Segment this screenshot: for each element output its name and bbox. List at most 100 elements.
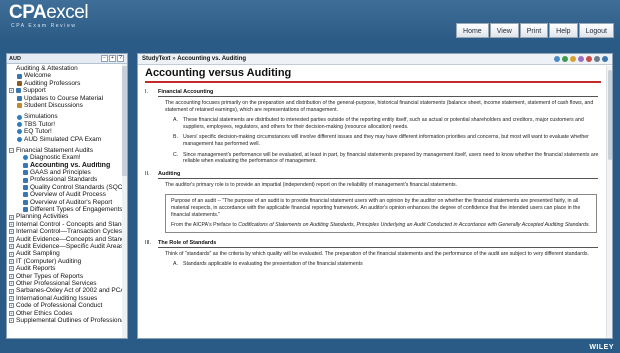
collapse-icon[interactable]: − xyxy=(9,148,14,154)
back-icon[interactable] xyxy=(554,56,560,62)
expand-icon[interactable]: + xyxy=(9,295,14,301)
sidebar-item-label: Supplemental Outlines of Professional St… xyxy=(16,316,125,324)
expand-icon[interactable]: + xyxy=(9,281,14,287)
sidebar-item[interactable]: + Other Professional Services xyxy=(9,280,125,287)
expand-icon[interactable]: + xyxy=(9,251,14,257)
highlight-icon[interactable] xyxy=(586,56,592,62)
content-panel: StudyText » Accounting vs. Auditing Acco… xyxy=(137,53,613,339)
sidebar-item[interactable]: + Audit Sampling xyxy=(9,250,125,257)
sidebar-item-label: Other Types of Reports xyxy=(16,272,84,280)
sidebar-item[interactable]: Quality Control Standards (SQCS) xyxy=(9,184,125,191)
sidebar-item-label: Simulations xyxy=(24,113,58,121)
sidebar-item[interactable]: Diagnostic Exam! xyxy=(9,154,125,161)
chat-icon xyxy=(17,103,22,109)
sidebar-item[interactable]: + Other Ethics Codes xyxy=(9,310,125,317)
nav-home-button[interactable]: Home xyxy=(456,23,489,38)
sidebar-header: AUD − + ? xyxy=(7,54,127,64)
expand-icon[interactable]: + xyxy=(9,303,14,309)
sidebar-item[interactable]: + Support xyxy=(9,87,125,94)
sidebar-item[interactable]: EQ Tutor! xyxy=(9,128,125,135)
expand-icon[interactable]: + xyxy=(9,229,14,235)
nav-view-button[interactable]: View xyxy=(489,23,519,38)
sidebar-item[interactable]: + Planning Activities xyxy=(9,213,125,220)
notes-icon[interactable] xyxy=(578,56,584,62)
expand-icon[interactable]: + xyxy=(9,310,14,316)
sidebar-help-button[interactable]: ? xyxy=(117,55,124,62)
sidebar-item[interactable]: + Other Types of Reports xyxy=(9,273,125,280)
list-item: B. Users' specific decision-making circum… xyxy=(173,134,589,147)
sidebar-item[interactable]: + International Auditing Issues xyxy=(9,295,125,302)
sidebar-item[interactable]: Updates to Course Material xyxy=(9,95,125,102)
sidebar-item[interactable]: + Audit Evidence—Specific Audit Areas xyxy=(9,243,125,250)
sidebar-item[interactable]: +Internal Control - Concepts and Standar… xyxy=(9,221,125,228)
expand-icon[interactable]: + xyxy=(9,266,14,272)
sidebar-item-label: IT (Computer) Auditing xyxy=(16,257,82,265)
content-scrollbar[interactable] xyxy=(606,66,612,338)
spacer-icon xyxy=(9,66,14,71)
sidebar-item[interactable]: Different Types of Engagements xyxy=(9,206,125,213)
sidebar-item-label: Internal Control—Transaction Cycles xyxy=(16,228,122,236)
print-icon[interactable] xyxy=(594,56,600,62)
doc-icon xyxy=(23,199,28,205)
sidebar-item-label: Internal Control - Concepts and Standard… xyxy=(16,220,125,228)
sidebar-item[interactable]: + Internal Control—Transaction Cycles xyxy=(9,228,125,235)
nav-help-button[interactable]: Help xyxy=(549,23,578,38)
sidebar-item-label: Audit Evidence—Specific Audit Areas xyxy=(16,242,124,250)
study-text: Accounting versus Auditing I. Financial … xyxy=(138,66,608,338)
page-title: Accounting versus Auditing xyxy=(145,66,601,83)
sidebar-item[interactable]: Accounting vs. Auditing xyxy=(9,162,125,169)
sidebar-item[interactable]: Overview of Auditor's Report xyxy=(9,199,125,206)
sidebar-item[interactable]: Simulations xyxy=(9,113,125,120)
sidebar-item[interactable]: TBS Tutor! xyxy=(9,121,125,128)
nav-logout-button[interactable]: Logout xyxy=(578,23,614,38)
nav-print-button[interactable]: Print xyxy=(519,23,549,38)
globe-icon xyxy=(17,129,22,135)
help-icon[interactable] xyxy=(602,56,608,62)
bookmark-icon[interactable] xyxy=(570,56,576,62)
section-heading: I. Financial Accounting xyxy=(145,89,601,97)
sidebar-item-label: Auditing & Attestation xyxy=(16,65,78,72)
expand-icon[interactable]: + xyxy=(9,88,14,94)
sidebar-item-label: Student Discussions xyxy=(24,101,83,109)
sidebar-item[interactable]: + Code of Professional Conduct xyxy=(9,302,125,309)
expand-icon[interactable]: + xyxy=(9,258,14,264)
sidebar-scrollbar[interactable] xyxy=(122,64,127,338)
sidebar-item[interactable]: GAAS and Principles xyxy=(9,169,125,176)
sidebar-item[interactable]: + Sarbanes-Oxley Act of 2002 and PCAOB xyxy=(9,287,125,294)
sidebar-item[interactable]: Auditing Professors xyxy=(9,80,125,87)
sidebar-item[interactable]: Overview of Audit Process xyxy=(9,191,125,198)
expand-icon[interactable]: + xyxy=(9,214,14,220)
sidebar-item-label: Overview of Audit Process xyxy=(30,191,106,199)
expand-icon[interactable]: + xyxy=(9,236,14,242)
sidebar-item-label: Updates to Course Material xyxy=(24,94,104,102)
breadcrumb: StudyText » Accounting vs. Auditing xyxy=(142,56,247,62)
expand-icon[interactable]: + xyxy=(9,318,14,324)
sidebar-item[interactable]: + Audit Reports xyxy=(9,265,125,272)
sidebar-item[interactable]: +Supplemental Outlines of Professional S… xyxy=(9,317,125,324)
sidebar-item-label: Diagnostic Exam! xyxy=(30,154,81,162)
expand-icon[interactable]: + xyxy=(9,222,14,227)
expand-all-button[interactable]: + xyxy=(109,55,116,62)
collapse-all-button[interactable]: − xyxy=(101,55,108,62)
sidebar-item[interactable]: Auditing & Attestation xyxy=(9,65,125,72)
person-icon xyxy=(17,80,22,86)
globe-icon xyxy=(17,114,22,120)
sidebar-item[interactable]: + IT (Computer) Auditing xyxy=(9,258,125,265)
sidebar-item[interactable]: Student Discussions xyxy=(9,102,125,109)
sidebar-title: AUD xyxy=(9,55,21,62)
forward-icon[interactable] xyxy=(562,56,568,62)
section-body: Think of "standards" as the criteria by … xyxy=(165,250,589,257)
list-item: A. These financial statements are distrib… xyxy=(173,117,584,130)
expand-icon[interactable]: + xyxy=(9,273,14,279)
sidebar-item-label: Other Professional Services xyxy=(16,279,97,287)
sidebar-item[interactable]: +Audit Evidence—Concepts and Standards xyxy=(9,236,125,243)
sidebar-item[interactable]: Professional Standards xyxy=(9,176,125,183)
expand-icon[interactable]: + xyxy=(9,288,14,294)
sidebar-item[interactable]: AUD Simulated CPA Exam xyxy=(9,136,125,143)
sidebar-item[interactable]: − Financial Statement Audits xyxy=(9,147,125,154)
cpaexcel-logo[interactable]: CPAexcel CPA Exam Review xyxy=(9,3,89,30)
wiley-logo: WILEY xyxy=(589,344,614,351)
doc-icon xyxy=(23,207,28,213)
expand-icon[interactable]: + xyxy=(9,244,14,250)
sidebar-item[interactable]: Welcome xyxy=(9,72,125,79)
